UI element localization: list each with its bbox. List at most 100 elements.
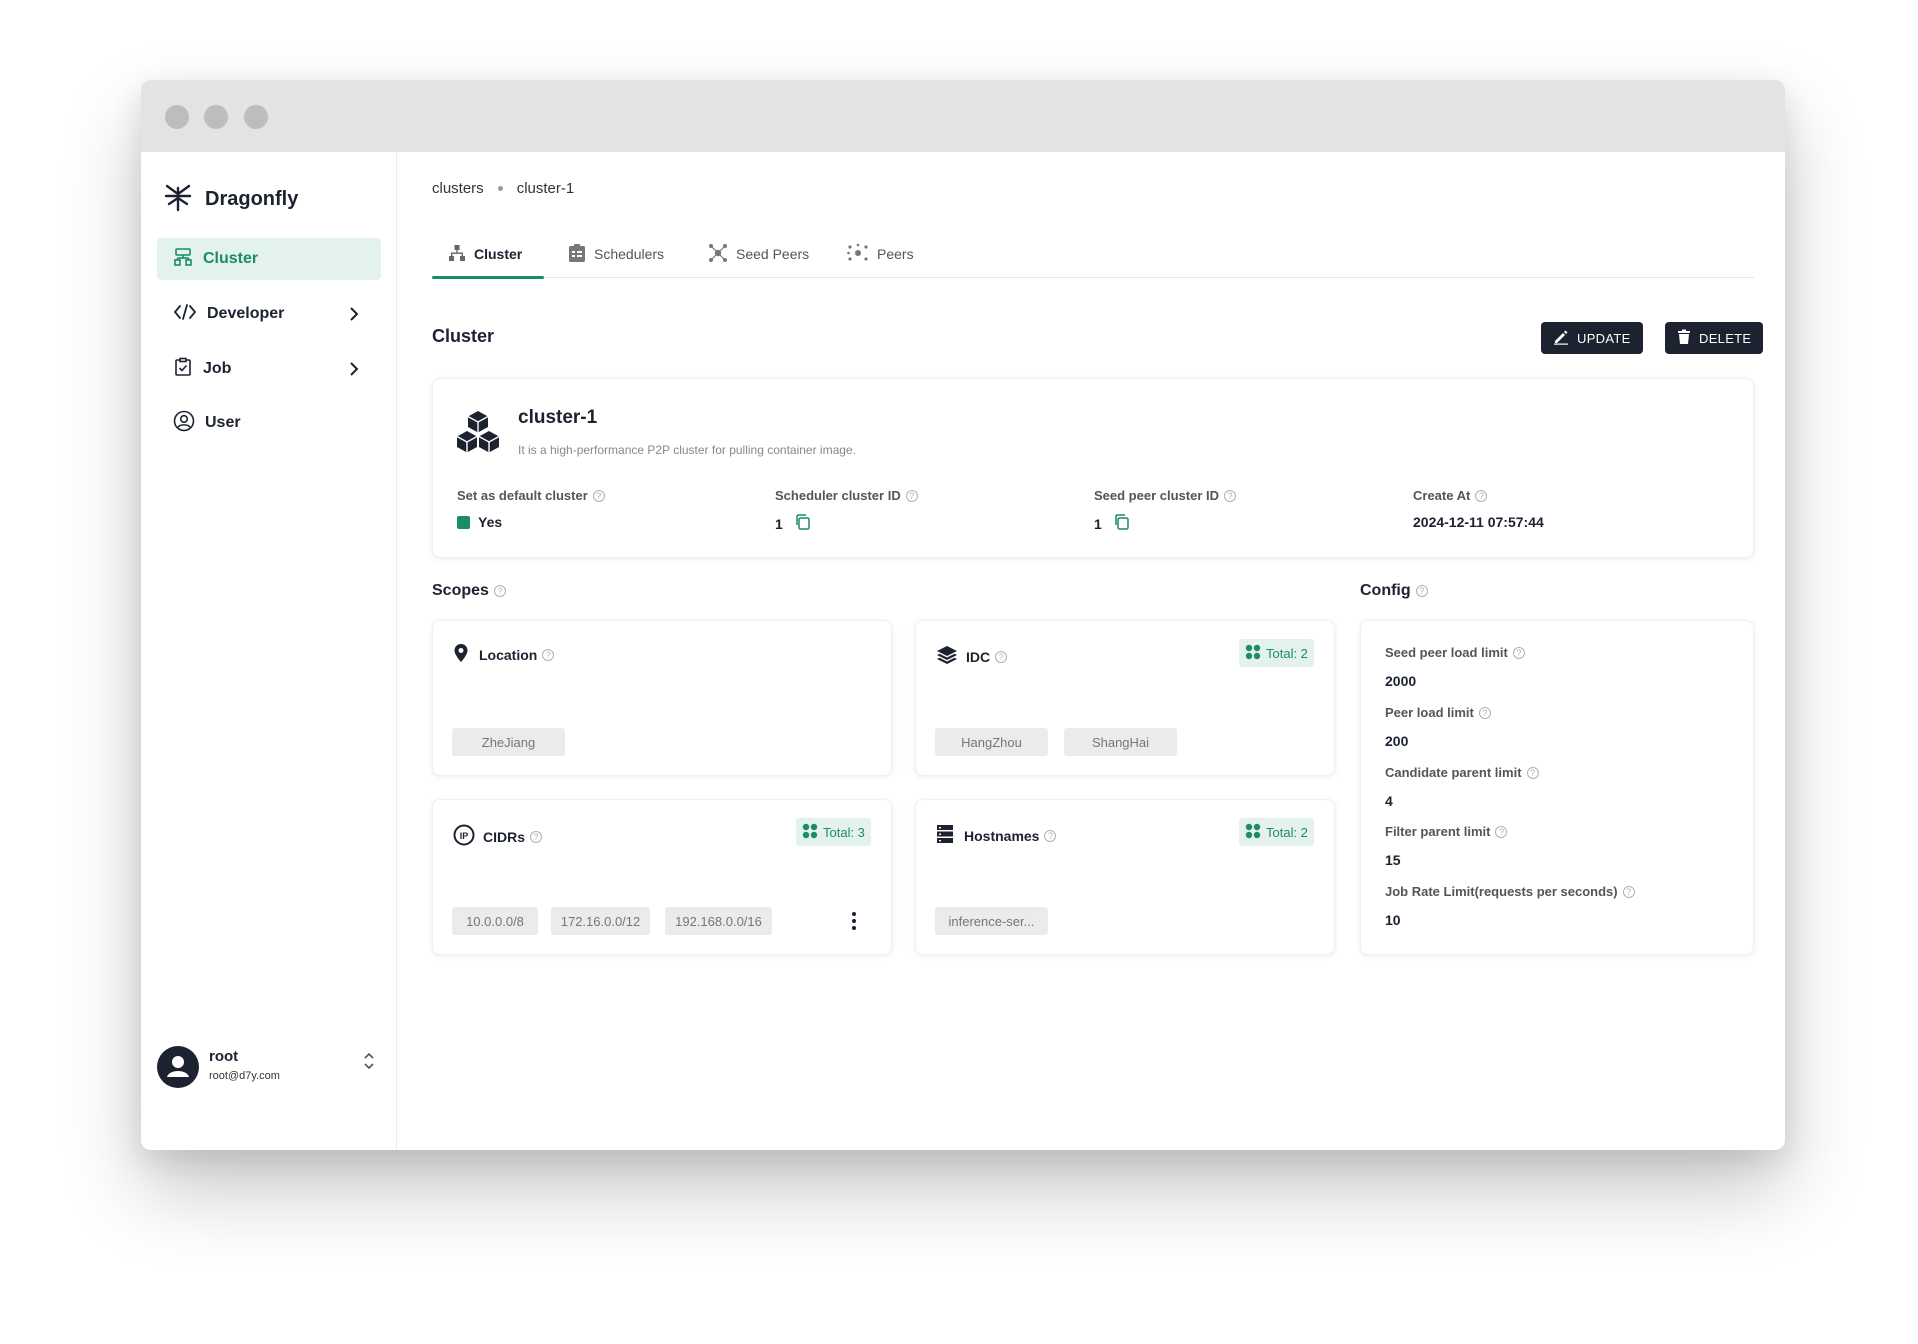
sidebar-item-label: User	[205, 414, 241, 431]
cidr-chip: 172.16.0.0/12	[551, 907, 650, 935]
hostnames-card: Hostnames ? Total: 2 inference-ser...	[915, 799, 1335, 955]
code-icon	[173, 302, 197, 327]
location-title-text: Location	[479, 646, 538, 663]
grid-icon	[1245, 644, 1261, 663]
help-icon[interactable]: ?	[493, 585, 506, 597]
help-icon[interactable]: ?	[1495, 825, 1508, 838]
breadcrumb-link-clusters[interactable]: clusters	[432, 180, 484, 197]
window-close-dot[interactable]	[165, 105, 189, 129]
cluster-name: cluster-1	[518, 407, 598, 428]
help-icon[interactable]: ?	[530, 830, 543, 843]
help-icon[interactable]: ?	[1478, 706, 1491, 719]
user-menu[interactable]: root root@d7y.com	[157, 1042, 385, 1092]
location-card: Location ? ZheJiang	[432, 620, 892, 776]
help-icon[interactable]: ?	[1512, 646, 1525, 659]
sidebar-item-user[interactable]: User	[157, 402, 381, 444]
breadcrumb-separator	[497, 186, 503, 191]
hostnames-title: Hostnames ?	[936, 824, 1057, 847]
help-icon[interactable]: ?	[592, 489, 605, 502]
sidebar-item-job[interactable]: Job	[157, 348, 381, 390]
grid-icon	[802, 823, 818, 842]
help-icon[interactable]: ?	[1622, 885, 1635, 898]
tab-label: Seed Peers	[736, 246, 810, 262]
idc-total-badge: Total: 2	[1239, 639, 1314, 667]
sidebar: Dragonfly Cluster Developer Job User roo…	[141, 152, 397, 1150]
cidr-chip: 192.168.0.0/16	[665, 907, 772, 935]
location-chip: ZheJiang	[452, 728, 565, 756]
help-icon[interactable]: ?	[995, 650, 1008, 663]
sidebar-item-cluster[interactable]: Cluster	[157, 238, 381, 280]
config-title: Config ?	[1360, 582, 1428, 600]
window-maximize-dot[interactable]	[244, 105, 268, 129]
window-minimize-dot[interactable]	[204, 105, 228, 129]
avatar	[157, 1046, 199, 1088]
location-title: Location ?	[453, 643, 555, 666]
default-cluster-label-text: Set as default cluster	[457, 488, 588, 503]
breadcrumb-current: cluster-1	[516, 180, 575, 197]
help-icon[interactable]: ?	[905, 489, 918, 502]
help-icon[interactable]: ?	[1224, 489, 1236, 502]
help-icon[interactable]: ?	[1526, 766, 1539, 779]
scheduler-cluster-id-value: 1	[775, 514, 811, 533]
help-icon[interactable]: ?	[1475, 489, 1488, 502]
seed-peer-cluster-id-text: 1	[1094, 515, 1102, 532]
tab-label: Schedulers	[594, 246, 665, 262]
help-icon[interactable]: ?	[542, 648, 555, 661]
config-item-value: 4	[1385, 793, 1393, 809]
cluster-icon	[173, 247, 193, 272]
user-name: root	[209, 1048, 239, 1065]
copy-icon[interactable]	[1114, 514, 1130, 533]
server-icon	[936, 824, 954, 847]
sidebar-item-label: Job	[203, 360, 232, 377]
scopes-title: Scopes ?	[432, 582, 506, 600]
peers-icon	[847, 243, 869, 266]
tab-label: Peers	[877, 246, 914, 262]
tabs: Cluster Schedulers Seed Peers Peers	[432, 230, 1754, 279]
copy-icon[interactable]	[795, 514, 811, 533]
ip-icon: IP	[453, 824, 475, 849]
default-cluster-label: Set as default cluster ?	[457, 488, 605, 503]
unfold-icon[interactable]	[363, 1050, 375, 1077]
hostnames-total-text: Total: 2	[1266, 824, 1308, 840]
tab-cluster[interactable]: Cluster	[448, 230, 522, 278]
default-cluster-value-text: Yes	[478, 514, 503, 530]
brand-name: Dragonfly	[205, 188, 299, 210]
seed-peer-cluster-id-label-text: Seed peer cluster ID	[1094, 488, 1219, 503]
config-item-label: Candidate parent limit ?	[1385, 765, 1539, 780]
cidrs-card: IP CIDRs ? Total: 3 10.0.0.0/8 172.16.0.…	[432, 799, 892, 955]
update-button[interactable]: UPDATE	[1541, 322, 1643, 354]
user-circle-icon	[173, 410, 195, 437]
create-at-value: 2024-12-11 07:57:44	[1413, 514, 1544, 530]
config-item-value: 10	[1385, 912, 1401, 928]
tab-schedulers[interactable]: Schedulers	[568, 230, 664, 278]
update-button-label: UPDATE	[1577, 330, 1631, 346]
config-item-label: Job Rate Limit(requests per seconds) ?	[1385, 884, 1635, 899]
hostname-chip: inference-ser...	[935, 907, 1048, 935]
cidrs-title: IP CIDRs ?	[453, 824, 543, 849]
sidebar-item-developer[interactable]: Developer	[157, 293, 381, 335]
more-vert-icon[interactable]	[851, 911, 857, 936]
tab-seed-peers[interactable]: Seed Peers	[708, 230, 809, 278]
create-at-label-text: Create At	[1413, 488, 1471, 503]
help-icon[interactable]: ?	[1415, 585, 1428, 597]
config-item-label: Filter parent limit ?	[1385, 824, 1508, 839]
app-window: Dragonfly Cluster Developer Job User roo…	[141, 80, 1785, 1150]
hostnames-title-text: Hostnames	[964, 827, 1040, 844]
idc-title-text: IDC	[966, 648, 991, 665]
cidr-chip: 10.0.0.0/8	[452, 907, 538, 935]
config-card: Seed peer load limit ? 2000 Peer load li…	[1360, 620, 1754, 955]
scopes-title-text: Scopes	[432, 582, 489, 599]
help-icon[interactable]: ?	[1044, 829, 1057, 842]
active-tab-indicator	[432, 276, 544, 279]
cluster-description: It is a high-performance P2P cluster for…	[518, 443, 856, 457]
window-titlebar	[141, 80, 1785, 152]
seed-peer-cluster-id-label: Seed peer cluster ID ?	[1094, 488, 1236, 503]
breadcrumb: clusters cluster-1	[432, 180, 574, 197]
config-item-value: 200	[1385, 733, 1409, 749]
cidrs-total-text: Total: 3	[823, 824, 865, 840]
delete-button[interactable]: DELETE	[1665, 322, 1763, 354]
brand[interactable]: Dragonfly	[163, 182, 298, 217]
seed-peers-icon	[708, 243, 728, 266]
tab-peers[interactable]: Peers	[847, 230, 914, 278]
idc-total-text: Total: 2	[1266, 645, 1308, 661]
